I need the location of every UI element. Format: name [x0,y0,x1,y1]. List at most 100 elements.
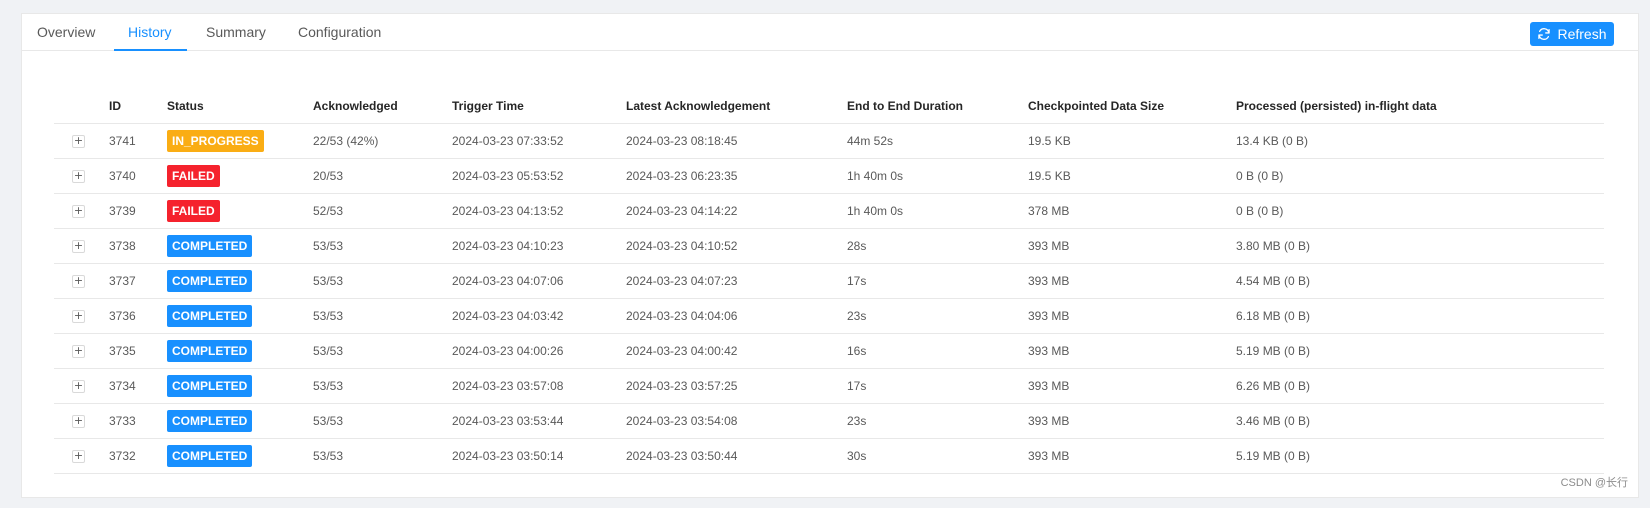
latest-ack-cell: 2024-03-23 03:57:25 [626,368,847,404]
duration-cell: 44m 52s [847,123,1028,159]
trigger-time-cell: 2024-03-23 07:33:52 [452,123,626,159]
expand-cell: + [54,263,109,299]
expand-row-icon[interactable]: + [72,450,85,464]
acknowledged-cell: 53/53 [313,438,452,474]
expand-row-icon[interactable]: + [72,135,85,149]
expand-row-icon[interactable]: + [72,205,85,219]
data-size-cell: 393 MB [1028,403,1236,439]
inflight-data-cell: 3.80 MB (0 B) [1236,228,1604,264]
expand-row-icon[interactable]: + [72,275,85,289]
column-header-trigger-time[interactable]: Trigger Time [452,89,626,124]
inflight-data-cell: 4.54 MB (0 B) [1236,263,1604,299]
table-row[interactable]: +3735 COMPLETED 53/53 2024-03-23 04:00:26 20… [54,333,1604,369]
inflight-data-cell: 0 B (0 B) [1236,158,1604,194]
data-size-cell: 378 MB [1028,193,1236,229]
refresh-button[interactable]: Refresh [1530,22,1614,46]
tab-history[interactable]: History [128,14,172,50]
status-badge: COMPLETED [167,270,253,292]
trigger-time-cell: 2024-03-23 04:13:52 [452,193,626,229]
trigger-time-cell: 2024-03-23 04:00:26 [452,333,626,369]
expand-cell: + [54,298,109,334]
data-size-cell: 19.5 KB [1028,158,1236,194]
table-row[interactable]: +3740 FAILED 20/53 2024-03-23 05:53:52 2024-… [54,158,1604,194]
tab-summary[interactable]: Summary [206,14,266,50]
acknowledged-cell: 53/53 [313,368,452,404]
data-size-cell: 393 MB [1028,333,1236,369]
column-header-latest-acknowledgement[interactable]: Latest Acknowledgement [626,89,847,124]
status-cell: COMPLETED [167,298,313,334]
latest-ack-cell: 2024-03-23 04:14:22 [626,193,847,229]
expand-row-icon[interactable]: + [72,310,85,324]
id-cell: 3732 [109,438,167,474]
status-cell: FAILED [167,193,313,229]
column-header-acknowledged[interactable]: Acknowledged [313,89,452,124]
status-badge: COMPLETED [167,410,253,432]
table-row[interactable]: +3736 COMPLETED 53/53 2024-03-23 04:03:42 20… [54,298,1604,334]
table-row[interactable]: +3733 COMPLETED 53/53 2024-03-23 03:53:44 20… [54,403,1604,439]
latest-ack-cell: 2024-03-23 04:07:23 [626,263,847,299]
duration-cell: 28s [847,228,1028,264]
table-row[interactable]: +3732 COMPLETED 53/53 2024-03-23 03:50:14 20… [54,438,1604,474]
expand-cell: + [54,438,109,474]
expand-cell: + [54,333,109,369]
acknowledged-cell: 22/53 (42%) [313,123,452,159]
table-row[interactable]: +3741 IN_PROGRESS 22/53 (42%) 2024-03-23 07… [54,123,1604,159]
expand-row-icon[interactable]: + [72,345,85,359]
watermark: CSDN @长行 [1560,477,1628,489]
column-header-inflight-data[interactable]: Processed (persisted) in-flight data [1236,89,1604,124]
id-cell: 3736 [109,298,167,334]
inflight-data-cell: 0 B (0 B) [1236,193,1604,229]
id-cell: 3733 [109,403,167,439]
trigger-time-cell: 2024-03-23 05:53:52 [452,158,626,194]
status-cell: COMPLETED [167,228,313,264]
status-badge: COMPLETED [167,375,253,397]
latest-ack-cell: 2024-03-23 03:54:08 [626,403,847,439]
expand-cell: + [54,368,109,404]
column-header-expand [54,89,109,124]
table-row[interactable]: +3738 COMPLETED 53/53 2024-03-23 04:10:23 20… [54,228,1604,264]
inflight-data-cell: 6.18 MB (0 B) [1236,298,1604,334]
id-cell: 3741 [109,123,167,159]
trigger-time-cell: 2024-03-23 03:53:44 [452,403,626,439]
acknowledged-cell: 53/53 [313,333,452,369]
status-cell: COMPLETED [167,333,313,369]
id-cell: 3738 [109,228,167,264]
inflight-data-cell: 13.4 KB (0 B) [1236,123,1604,159]
latest-ack-cell: 2024-03-23 04:04:06 [626,298,847,334]
acknowledged-cell: 53/53 [313,228,452,264]
acknowledged-cell: 52/53 [313,193,452,229]
duration-cell: 16s [847,333,1028,369]
expand-cell: + [54,228,109,264]
status-badge: FAILED [167,200,220,222]
latest-ack-cell: 2024-03-23 08:18:45 [626,123,847,159]
table-row[interactable]: +3737 COMPLETED 53/53 2024-03-23 04:07:06 20… [54,263,1604,299]
tab-configuration[interactable]: Configuration [298,14,381,50]
data-size-cell: 393 MB [1028,368,1236,404]
expand-row-icon[interactable]: + [72,170,85,184]
inflight-data-cell: 5.19 MB (0 B) [1236,333,1604,369]
trigger-time-cell: 2024-03-23 04:03:42 [452,298,626,334]
expand-row-icon[interactable]: + [72,415,85,429]
column-header-data-size[interactable]: Checkpointed Data Size [1028,89,1236,124]
refresh-icon [1537,27,1551,41]
tab-overview[interactable]: Overview [37,14,95,50]
latest-ack-cell: 2024-03-23 04:10:52 [626,228,847,264]
column-header-duration[interactable]: End to End Duration [847,89,1028,124]
table-row[interactable]: +3734 COMPLETED 53/53 2024-03-23 03:57:08 20… [54,368,1604,404]
active-tab-indicator [114,49,187,51]
table-row[interactable]: +3739 FAILED 52/53 2024-03-23 04:13:52 2024-… [54,193,1604,229]
data-size-cell: 19.5 KB [1028,123,1236,159]
expand-row-icon[interactable]: + [72,240,85,254]
column-header-status[interactable]: Status [167,89,313,124]
id-cell: 3734 [109,368,167,404]
duration-cell: 30s [847,438,1028,474]
expand-row-icon[interactable]: + [72,380,85,394]
inflight-data-cell: 5.19 MB (0 B) [1236,438,1604,474]
id-cell: 3735 [109,333,167,369]
status-cell: COMPLETED [167,438,313,474]
id-cell: 3739 [109,193,167,229]
data-size-cell: 393 MB [1028,298,1236,334]
status-cell: COMPLETED [167,368,313,404]
status-cell: COMPLETED [167,403,313,439]
column-header-id[interactable]: ID [109,89,167,124]
